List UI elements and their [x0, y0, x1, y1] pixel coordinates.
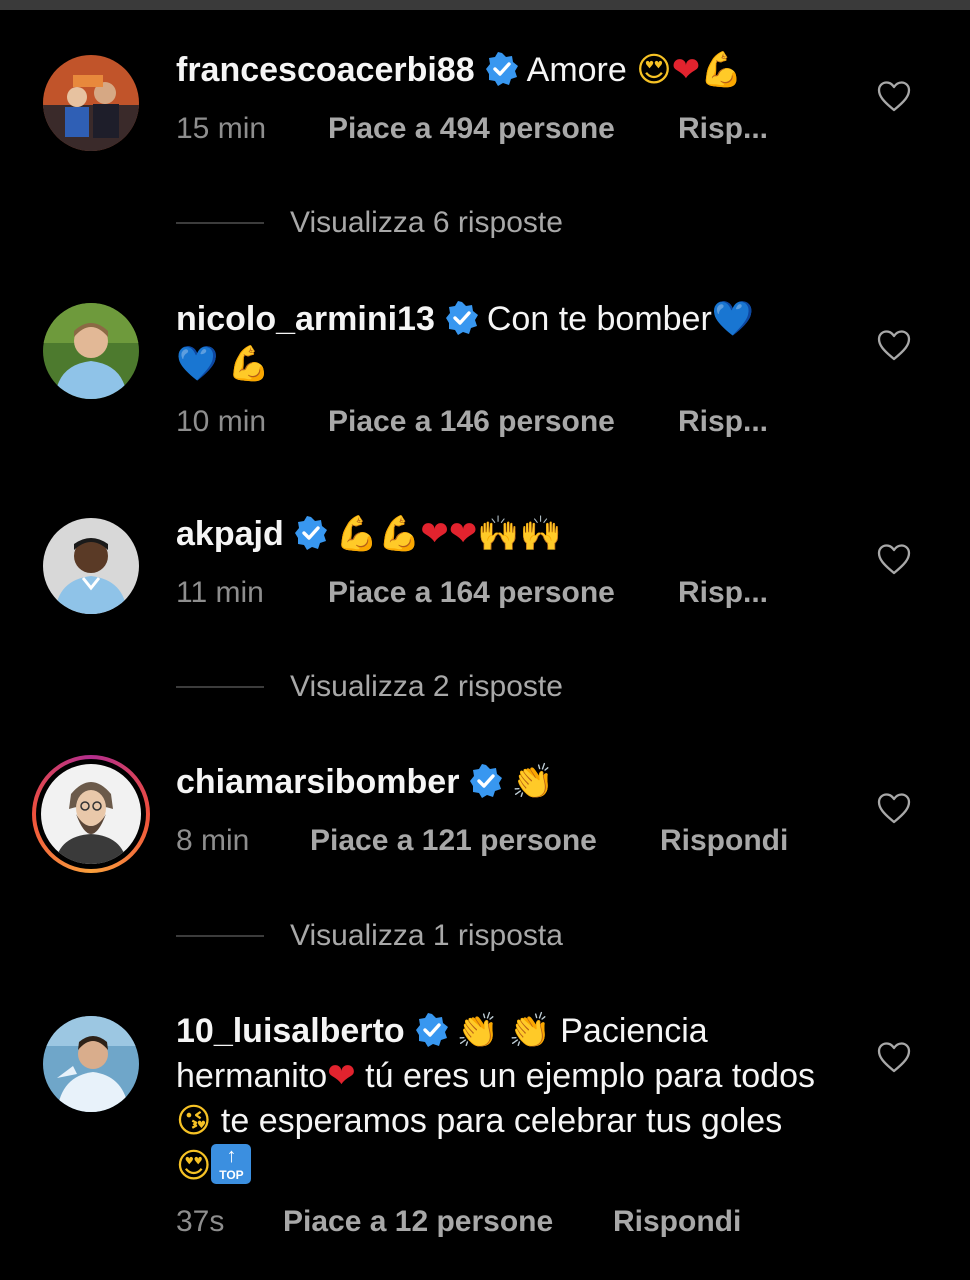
likes-count-link[interactable]: Piace a 494 persone — [328, 107, 678, 151]
clapping-hands-emoji: 👏 — [511, 762, 554, 802]
clapping-hands-emoji: 👏 — [456, 1011, 499, 1051]
flexed-biceps-emoji: 💪 — [700, 50, 743, 90]
comment-body: chiamarsibomber 👏 — [176, 760, 816, 805]
username[interactable]: francescoacerbi88 — [176, 51, 475, 89]
avatar-photo — [43, 55, 139, 151]
like-heart-icon[interactable] — [876, 328, 912, 364]
divider-line — [176, 686, 264, 688]
comment-text: tú eres un ejemplo para todos — [365, 1057, 815, 1095]
divider-line — [176, 935, 264, 937]
red-heart-emoji: ❤ — [327, 1056, 356, 1096]
kissing-face-emoji: 😘 — [176, 1101, 212, 1141]
flexed-biceps-emoji: 💪 — [227, 344, 271, 384]
verified-badge-icon — [294, 516, 328, 550]
blue-heart-emoji: 💙 — [176, 344, 219, 384]
avatar-francescoacerbi88[interactable] — [43, 55, 139, 151]
likes-count-link[interactable]: Piace a 146 persone — [328, 400, 678, 444]
view-replies-button[interactable]: Visualizza 6 risposte — [176, 201, 563, 245]
comment-text: Con te bomber — [486, 300, 712, 338]
username[interactable]: chiamarsibomber — [176, 763, 459, 801]
view-replies-button[interactable]: Visualizza 1 risposta — [176, 914, 563, 958]
comment-time: 8 min — [176, 824, 250, 857]
story-ring-chiamarsibomber[interactable] — [32, 755, 150, 873]
comment-body: francescoacerbi88 Amore 😍❤💪 — [176, 48, 816, 93]
comment-meta: 8 min Piace a 121 persone Rispondi — [176, 819, 788, 863]
verified-badge-icon — [445, 301, 479, 335]
view-replies-label: Visualizza 2 risposte — [290, 670, 563, 703]
heart-eyes-emoji: 😍 — [636, 50, 672, 90]
avatar-10_luisalberto[interactable] — [43, 1016, 139, 1112]
avatar-akpajd[interactable] — [43, 518, 139, 614]
top-badge-label: TOP — [219, 1168, 244, 1182]
username[interactable]: 10_luisalberto — [176, 1012, 405, 1050]
verified-badge-icon — [485, 52, 519, 86]
red-heart-emoji: ❤ — [671, 50, 701, 90]
story-ring-gap — [36, 759, 146, 869]
comment-text: te esperamos para celebrar tus goles — [220, 1102, 783, 1140]
verified-badge-icon — [469, 764, 503, 798]
view-replies-label: Visualizza 1 risposta — [290, 919, 563, 952]
heart-eyes-emoji: 😍 — [176, 1146, 212, 1186]
comment-time: 15 min — [176, 112, 267, 145]
like-heart-icon[interactable] — [876, 1040, 912, 1076]
like-heart-icon[interactable] — [876, 791, 912, 827]
reply-button[interactable]: Risp... — [678, 107, 768, 151]
reply-button[interactable]: Rispondi — [660, 819, 788, 863]
avatar-photo — [43, 1016, 139, 1112]
view-replies-button[interactable]: Visualizza 2 risposte — [176, 665, 563, 709]
avatar-photo — [41, 764, 141, 864]
avatar-photo — [43, 518, 139, 614]
clapping-hands-emoji: 👏 — [508, 1011, 551, 1051]
flexed-biceps-emoji: 💪 — [378, 514, 421, 554]
username[interactable]: akpajd — [176, 515, 284, 553]
comment-body: 10_luisalberto 👏 👏 Paciencia hermanito❤ t… — [176, 1009, 816, 1189]
like-heart-icon[interactable] — [876, 79, 912, 115]
red-heart-emoji: ❤ — [420, 514, 449, 554]
view-replies-label: Visualizza 6 risposte — [290, 206, 563, 239]
top-arrow-glyph: ↑ — [226, 1145, 237, 1167]
reply-button[interactable]: Rispondi — [613, 1200, 741, 1244]
raising-hands-emoji: 🙌 — [477, 514, 520, 554]
comment-time: 11 min — [176, 576, 264, 609]
comment-time: 10 min — [176, 405, 267, 438]
comment-meta: 37s Piace a 12 persone Rispondi — [176, 1200, 741, 1244]
reply-button[interactable]: Risp... — [678, 400, 768, 444]
avatar-chiamarsibomber — [41, 764, 141, 864]
comment-meta: 10 min Piace a 146 persone Risp... — [176, 400, 768, 444]
red-heart-emoji: ❤ — [448, 514, 478, 554]
flexed-biceps-emoji: 💪 — [335, 514, 379, 554]
avatar-nicolo_armini13[interactable] — [43, 303, 139, 399]
raising-hands-emoji: 🙌 — [519, 514, 563, 554]
likes-count-link[interactable]: Piace a 12 persone — [283, 1200, 613, 1244]
comment-meta: 11 min Piace a 164 persone Risp... — [176, 571, 768, 615]
avatar-photo — [43, 303, 139, 399]
comment-time: 37s — [176, 1205, 225, 1238]
comment-body: nicolo_armini13 Con te bomber💙 💙 💪 — [176, 297, 816, 387]
reply-button[interactable]: Risp... — [678, 571, 768, 615]
likes-count-link[interactable]: Piace a 121 persone — [310, 819, 660, 863]
blue-heart-emoji: 💙 — [711, 299, 755, 339]
comment-body: akpajd 💪💪❤❤🙌🙌 — [176, 512, 816, 557]
divider-line — [176, 222, 264, 224]
like-heart-icon[interactable] — [876, 542, 912, 578]
username[interactable]: nicolo_armini13 — [176, 300, 435, 338]
top-arrow-icon: ↑ TOP — [211, 1144, 252, 1184]
comment-text: Amore — [526, 51, 627, 89]
verified-badge-icon — [415, 1013, 449, 1047]
status-bar-edge — [0, 0, 970, 10]
likes-count-link[interactable]: Piace a 164 persone — [328, 571, 678, 615]
comment-meta: 15 min Piace a 494 persone Risp... — [176, 107, 768, 151]
